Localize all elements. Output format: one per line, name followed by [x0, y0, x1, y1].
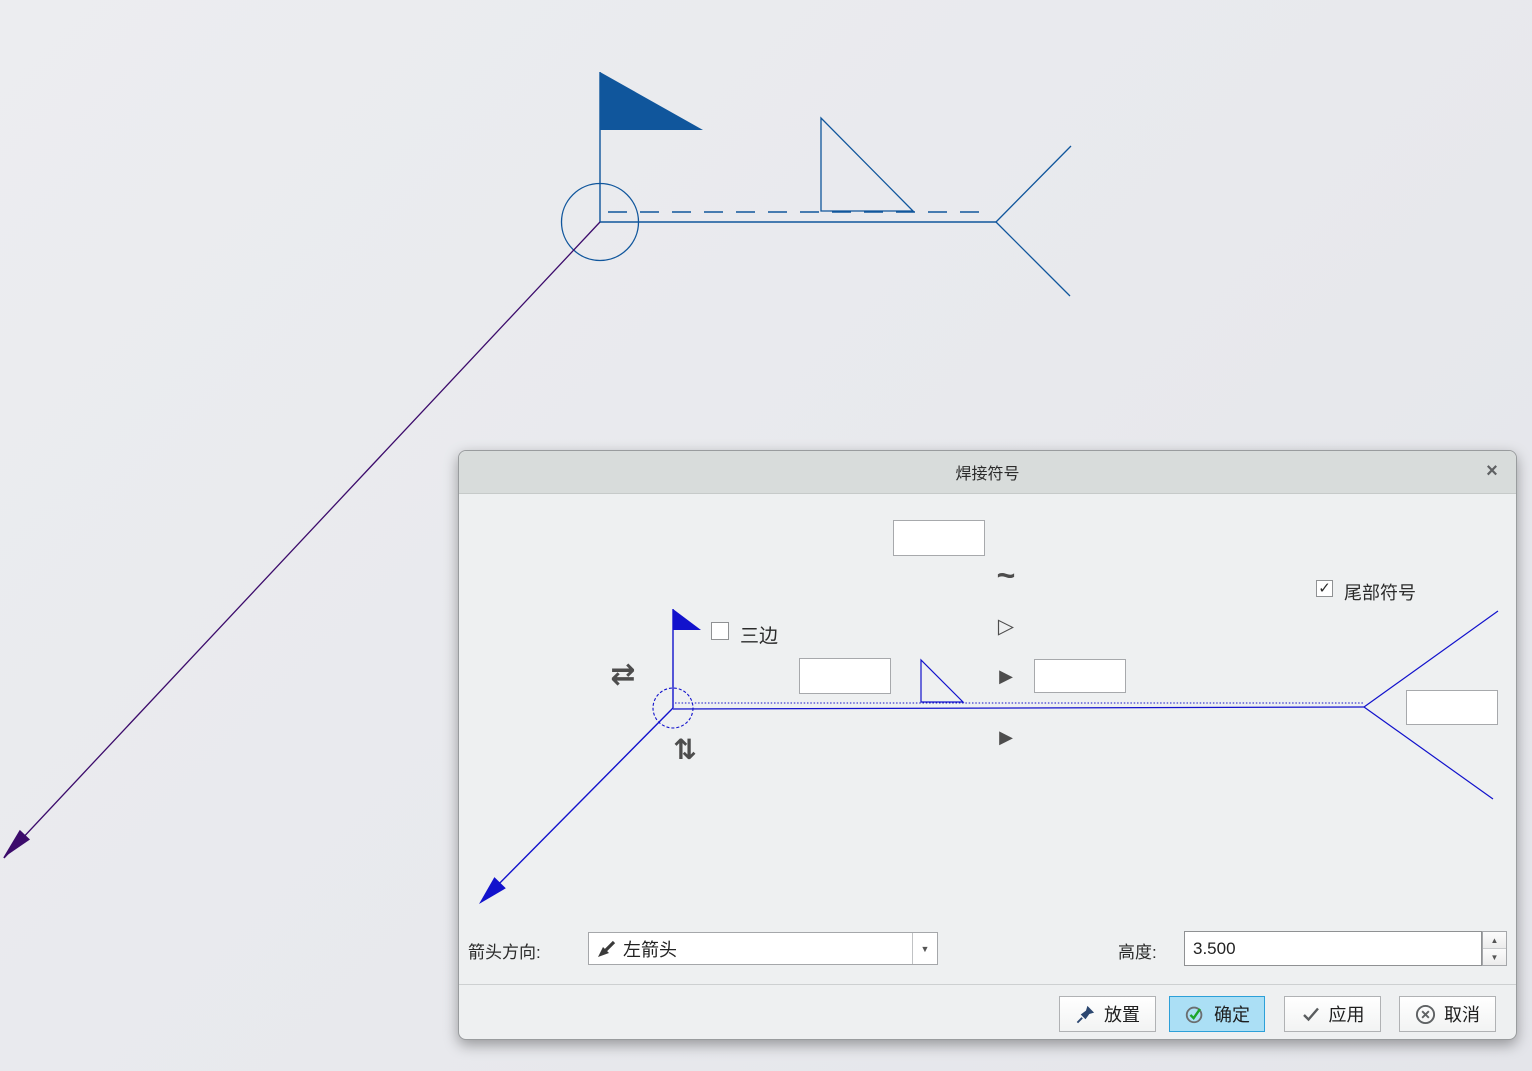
swap-sides-vertical-icon[interactable]: ⇅ — [669, 736, 701, 764]
spinner-down-icon[interactable]: ▼ — [1483, 948, 1506, 965]
tail-symbol-checkmark-icon: ✓ — [1318, 581, 1331, 596]
ok-check-circle-icon — [1184, 1003, 1206, 1025]
preview-fillet-triangle — [921, 660, 963, 702]
close-icon[interactable]: × — [1480, 459, 1504, 483]
preview-flag-symbol — [673, 609, 701, 708]
place-button[interactable]: 放置 — [1059, 996, 1156, 1032]
cad-workspace: 焊接符号 × ⇄ ⇅ 三边 ✓ 尾部符号 — [0, 0, 1532, 1071]
weld-right-size-field[interactable] — [1034, 659, 1126, 693]
three-sides-checkbox[interactable] — [711, 622, 729, 640]
left-arrow-icon — [589, 938, 623, 960]
ok-button[interactable]: 确定 — [1169, 996, 1265, 1032]
three-sides-label: 三边 — [740, 621, 778, 648]
height-input[interactable] — [1184, 931, 1482, 966]
cancel-x-circle-icon — [1415, 1004, 1436, 1025]
preview-reference-line — [673, 707, 1364, 709]
dialog-titlebar[interactable]: 焊接符号 × — [459, 451, 1516, 494]
footer-divider — [459, 984, 1516, 985]
ok-button-label: 确定 — [1214, 1001, 1250, 1027]
weld-fillet-triangle — [821, 118, 913, 211]
height-spinner: ▲ ▼ — [1482, 931, 1507, 966]
arrow-direction-value: 左箭头 — [623, 936, 912, 962]
weld-left-size-field[interactable] — [799, 658, 891, 694]
symbol-preview-drawing — [459, 451, 1517, 984]
pushpin-icon — [1075, 1004, 1096, 1025]
apply-button[interactable]: 应用 — [1284, 996, 1381, 1032]
contour-wave-icon[interactable]: ~ — [986, 559, 1026, 591]
apply-button-label: 应用 — [1329, 1001, 1365, 1027]
swap-sides-horizontal-icon[interactable]: ⇄ — [605, 660, 641, 690]
arrow-direction-dropdown[interactable]: 左箭头 ▼ — [588, 932, 938, 965]
cancel-button[interactable]: 取消 — [1399, 996, 1496, 1032]
arrow-filled-bottom-icon[interactable]: ▶ — [991, 728, 1021, 746]
arrow-outline-icon[interactable]: ▷ — [990, 616, 1022, 637]
cancel-button-label: 取消 — [1444, 1001, 1480, 1027]
tail-symbol-checkbox[interactable]: ✓ — [1316, 580, 1333, 597]
dropdown-caret-icon[interactable]: ▼ — [912, 933, 937, 964]
welding-symbol-dialog: 焊接符号 × ⇄ ⇅ 三边 ✓ 尾部符号 — [458, 450, 1517, 1040]
weld-tail-text-field[interactable] — [1406, 690, 1498, 725]
arrow-direction-label: 箭头方向: — [468, 938, 541, 963]
preview-leader-arrow — [479, 708, 673, 904]
tail-symbol-label: 尾部符号 — [1344, 579, 1416, 605]
apply-check-icon — [1301, 1004, 1321, 1024]
weld-top-text-field[interactable] — [893, 520, 985, 556]
arrow-filled-top-icon[interactable]: ▶ — [991, 667, 1021, 685]
spinner-up-icon[interactable]: ▲ — [1483, 932, 1506, 948]
weld-tail-fork — [996, 146, 1071, 296]
dialog-title: 焊接符号 — [955, 460, 1019, 484]
place-button-label: 放置 — [1104, 1001, 1140, 1027]
preview-all-around-circle — [653, 688, 693, 728]
height-label: 高度: — [1118, 938, 1157, 963]
weld-flag-symbol — [600, 72, 703, 222]
